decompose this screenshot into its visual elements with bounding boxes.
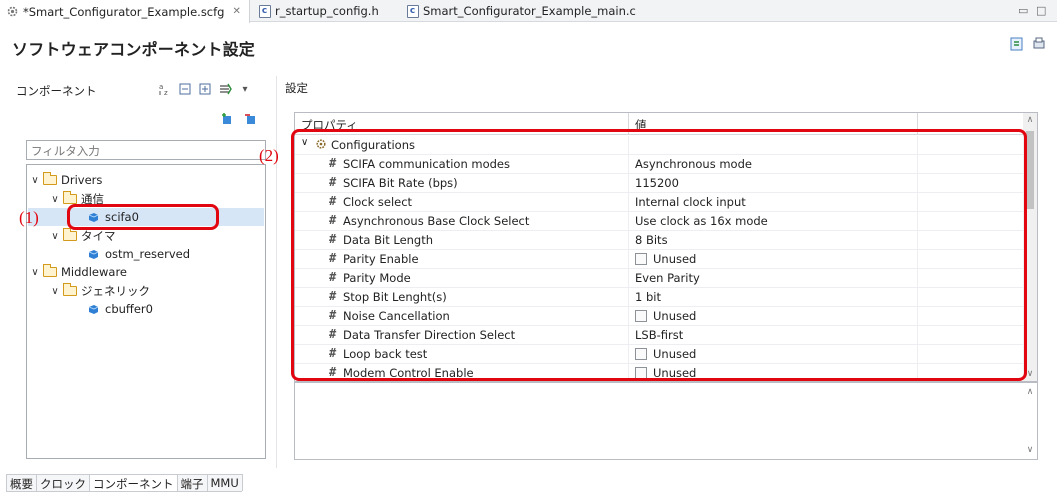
minimize-icon[interactable]: ▭: [1018, 4, 1028, 17]
chevron-down-icon[interactable]: ∨: [29, 267, 41, 278]
component-icon: [87, 248, 99, 260]
expand-all-icon[interactable]: [198, 82, 212, 96]
panel-divider[interactable]: [276, 76, 277, 468]
page-title: ソフトウェアコンポーネント設定: [12, 40, 256, 59]
scroll-up-icon[interactable]: ∧: [1023, 113, 1037, 127]
tab-mmu[interactable]: MMU: [206, 474, 243, 491]
view-options-icon[interactable]: [218, 82, 232, 96]
component-icon: [87, 303, 99, 315]
c-file-icon: c: [406, 4, 419, 18]
folder-icon: [63, 283, 77, 296]
tree-label: Drivers: [61, 173, 103, 187]
chevron-down-icon[interactable]: ∨: [49, 231, 61, 242]
remove-component-icon[interactable]: [244, 112, 258, 129]
chevron-down-icon[interactable]: ∨: [49, 194, 61, 205]
tree-label: ostm_reserved: [105, 247, 191, 261]
folder-icon: [43, 172, 57, 185]
close-tab-icon[interactable]: ✕: [232, 6, 240, 17]
tree-label: ジェネリック: [81, 284, 150, 298]
tree-node-drivers[interactable]: ∨ Drivers: [29, 171, 102, 189]
editor-tab-scfg[interactable]: *Smart_Configurator_Example.scfg ✕: [0, 0, 250, 23]
component-panel-header: コンポーネント az ▾: [8, 80, 273, 104]
tab-components[interactable]: コンポーネント: [89, 474, 178, 491]
tab-pins[interactable]: 端子: [176, 474, 208, 491]
gear-icon: [6, 5, 19, 18]
svg-text:z: z: [164, 89, 168, 96]
svg-text:a: a: [159, 83, 163, 91]
editor-tab-bar: *Smart_Configurator_Example.scfg ✕ c r_s…: [0, 0, 1057, 23]
editor-tab-startup-config[interactable]: c r_startup_config.h: [252, 0, 379, 22]
tree-node-generic[interactable]: ∨ ジェネリック: [49, 282, 150, 300]
title-toolbar: [1009, 36, 1047, 52]
description-pane: ∧ ∨: [294, 382, 1038, 460]
highlight-box-configurations: [291, 129, 1027, 381]
folder-icon: [63, 191, 77, 204]
folder-icon: [43, 264, 57, 277]
c-file-icon: c: [258, 4, 271, 18]
tree-label: Middleware: [61, 265, 127, 279]
generate-code-icon[interactable]: [1009, 36, 1025, 52]
annotation-label-2: (2): [259, 146, 279, 165]
editor-tab-label: r_startup_config.h: [275, 4, 379, 18]
tree-node-middleware[interactable]: ∨ Middleware: [29, 263, 127, 281]
component-actions: [220, 112, 258, 129]
generate-report-icon[interactable]: [1031, 36, 1047, 52]
scroll-up-icon[interactable]: ∧: [1023, 385, 1037, 399]
tree-node-cbuffer[interactable]: cbuffer0: [85, 300, 153, 318]
tree-node-ostm[interactable]: ostm_reserved: [85, 245, 190, 263]
scrollbar-thumb[interactable]: [1026, 131, 1034, 209]
description-scrollbar[interactable]: ∧ ∨: [1023, 383, 1037, 459]
bottom-tab-bar: 概要 クロック コンポーネント 端子 MMU: [6, 474, 243, 492]
component-panel-title: コンポーネント: [16, 84, 97, 98]
add-component-icon[interactable]: [220, 112, 234, 129]
folder-icon: [63, 228, 77, 241]
tree-label: cbuffer0: [105, 302, 153, 316]
chevron-down-icon[interactable]: ∨: [29, 175, 41, 186]
editor-tab-label: Smart_Configurator_Example_main.c: [423, 4, 636, 18]
editor-tab-main-c[interactable]: c Smart_Configurator_Example_main.c: [400, 0, 636, 22]
scroll-down-icon[interactable]: ∨: [1023, 443, 1037, 457]
sort-icon[interactable]: az: [158, 82, 172, 96]
annotation-label-1: (1): [19, 208, 39, 227]
filter-input[interactable]: フィルタ入力: [26, 140, 266, 160]
tab-overview[interactable]: 概要: [6, 474, 37, 491]
chevron-down-icon[interactable]: ∨: [49, 286, 61, 297]
dropdown-chevron-icon[interactable]: ▾: [238, 82, 252, 96]
settings-panel-title: 設定: [285, 81, 308, 95]
tree-label: タイマ: [81, 229, 116, 243]
editor-tab-label: *Smart_Configurator_Example.scfg: [23, 4, 225, 19]
highlight-box-scifa0: [67, 204, 219, 230]
collapse-all-icon[interactable]: [178, 82, 192, 96]
maximize-icon[interactable]: □: [1036, 4, 1046, 17]
tab-clock[interactable]: クロック: [36, 474, 90, 491]
component-toolbar: az ▾: [158, 82, 252, 96]
